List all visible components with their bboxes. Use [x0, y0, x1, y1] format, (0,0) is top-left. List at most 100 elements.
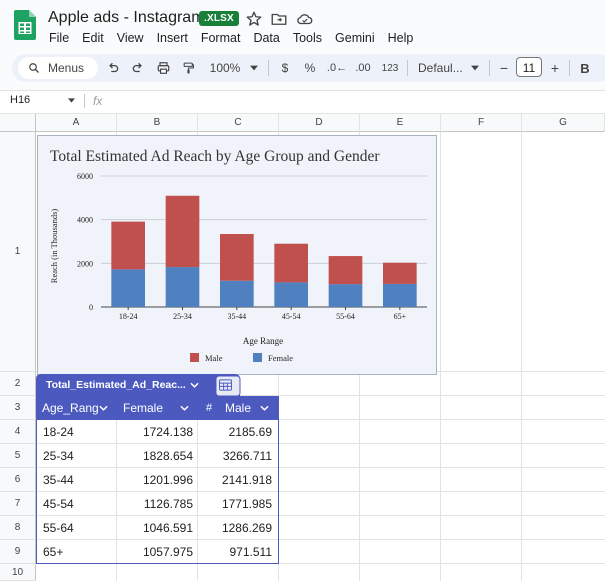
table-header-male[interactable]: Male	[225, 396, 251, 420]
cloud-saved-icon[interactable]	[296, 10, 314, 28]
zoom-select[interactable]: 100%	[208, 59, 242, 77]
formula-divider	[84, 94, 85, 108]
undo-icon[interactable]	[106, 61, 120, 75]
table-cell[interactable]: 55-64	[43, 516, 74, 540]
column-header-f[interactable]: F	[441, 114, 522, 132]
row-header-6[interactable]: 6	[0, 468, 36, 492]
menu-insert[interactable]: Insert	[152, 30, 196, 46]
table-cell[interactable]: 3266.711	[199, 444, 272, 468]
bold-button[interactable]: B	[578, 59, 592, 77]
table-cell[interactable]: 1771.985	[199, 492, 272, 516]
menus-search-input[interactable]: Menus	[18, 57, 98, 79]
chevron-down-icon[interactable]	[99, 405, 108, 411]
table-cell[interactable]: 2141.918	[199, 468, 272, 492]
chart-x-axis-label: Age Range	[243, 336, 283, 346]
column-header-d[interactable]: D	[279, 114, 360, 132]
menu-file[interactable]: File	[44, 30, 77, 46]
font-size-input[interactable]: 11	[516, 57, 542, 77]
row-header-9[interactable]: 9	[0, 540, 36, 564]
chart-x-tick-label: 35-44	[227, 312, 246, 321]
increase-font-size-button[interactable]: +	[548, 59, 562, 77]
chart-y-tick-label: 6000	[77, 172, 93, 181]
row-header-3[interactable]: 3	[0, 396, 36, 420]
table-header-age-range[interactable]: Age_Rang	[42, 396, 99, 420]
row-header-10[interactable]: 10	[0, 564, 36, 581]
table-cell[interactable]: 2185.69	[199, 420, 272, 444]
chevron-down-icon[interactable]	[260, 405, 269, 411]
legend-swatch-female	[253, 353, 262, 362]
chart-bar-male-65+	[382, 262, 417, 284]
table-cell[interactable]: 45-54	[43, 492, 74, 516]
grid-line	[440, 132, 441, 581]
table-cell[interactable]: 35-44	[43, 468, 74, 492]
table-name[interactable]: Total_Estimated_Ad_Reac...	[46, 379, 186, 391]
row-header-1[interactable]: 1	[0, 132, 36, 372]
menu-view[interactable]: View	[112, 30, 152, 46]
row-header-4[interactable]: 4	[0, 420, 36, 444]
table-cell[interactable]: 1724.138	[118, 420, 193, 444]
chart-x-tick-label: 65+	[394, 312, 407, 321]
chart-title: Total Estimated Ad Reach by Age Group an…	[50, 148, 380, 165]
toolbar-divider	[407, 60, 408, 76]
menu-data[interactable]: Data	[248, 30, 287, 46]
row-header-8[interactable]: 8	[0, 516, 36, 540]
table-header-female[interactable]: Female	[123, 396, 163, 420]
table-cell[interactable]: 65+	[43, 540, 63, 564]
move-to-folder-icon[interactable]	[270, 10, 288, 28]
table-cell[interactable]: 1828.654	[118, 444, 193, 468]
row-header-2[interactable]: 2	[0, 372, 36, 396]
table-menu-chevron-icon[interactable]	[190, 382, 199, 388]
font-family-select[interactable]: Defaul...	[418, 59, 464, 77]
chevron-down-icon[interactable]	[180, 405, 189, 411]
chart-bar-female-25-34	[165, 267, 200, 307]
row-header-7[interactable]: 7	[0, 492, 36, 516]
menu-help[interactable]: Help	[383, 30, 422, 46]
toolbar-divider	[268, 60, 269, 76]
chart-bar-female-18-24	[111, 269, 146, 307]
print-icon[interactable]	[156, 61, 171, 75]
table-cell[interactable]: 1286.269	[199, 516, 272, 540]
paint-format-icon[interactable]	[182, 61, 195, 75]
column-header-a[interactable]: A	[36, 114, 117, 132]
increase-decimal-button[interactable]: .00	[352, 59, 374, 77]
table-cell[interactable]: 18-24	[43, 420, 74, 444]
font-dropdown-icon[interactable]	[471, 65, 479, 71]
menu-format[interactable]: Format	[196, 30, 249, 46]
chart-container[interactable]: Total Estimated Ad Reach by Age Group an…	[37, 135, 437, 375]
select-all-corner[interactable]	[0, 114, 36, 132]
redo-icon[interactable]	[131, 61, 145, 75]
table-cell[interactable]: 1201.996	[118, 468, 193, 492]
table-cell[interactable]: 1057.975	[118, 540, 193, 564]
menu-edit[interactable]: Edit	[77, 30, 112, 46]
toolbar-divider	[489, 60, 490, 76]
name-box-dropdown-icon[interactable]	[68, 98, 75, 103]
column-header-e[interactable]: E	[360, 114, 441, 132]
percent-format-button[interactable]: %	[302, 59, 318, 77]
table-grid-view-icon[interactable]	[219, 379, 232, 391]
table-cell[interactable]: 1046.591	[118, 516, 193, 540]
star-icon[interactable]	[245, 10, 263, 28]
decrease-decimal-button[interactable]: .0←	[326, 59, 348, 77]
chart-y-tick-label: 0	[89, 303, 93, 312]
row-header-5[interactable]: 5	[0, 444, 36, 468]
menu-gemini[interactable]: Gemini	[330, 30, 383, 46]
column-header-b[interactable]: B	[117, 114, 198, 132]
more-formats-button[interactable]: 123	[381, 59, 399, 77]
chart-y-axis-label: Reach (in Thousands)	[49, 209, 59, 284]
column-header-g[interactable]: G	[522, 114, 605, 132]
currency-format-button[interactable]: $	[278, 59, 292, 77]
table-cell[interactable]: 25-34	[43, 444, 74, 468]
chart-bar-male-45-54	[274, 243, 309, 283]
document-title[interactable]: Apple ads - Instagram	[48, 9, 205, 27]
menu-tools[interactable]: Tools	[288, 30, 330, 46]
name-box[interactable]: H16	[10, 94, 30, 106]
column-header-c[interactable]: C	[198, 114, 279, 132]
chart-bar-female-35-44	[219, 280, 254, 307]
decrease-font-size-button[interactable]: −	[497, 59, 511, 77]
table-cell[interactable]: 1126.785	[118, 492, 193, 516]
zoom-dropdown-icon[interactable]	[250, 65, 258, 71]
chart-y-tick-label: 4000	[77, 216, 93, 225]
chart-x-tick-label: 25-34	[173, 312, 192, 321]
table-cell[interactable]: 971.511	[199, 540, 273, 564]
chart-bar-female-55-64	[328, 284, 363, 307]
